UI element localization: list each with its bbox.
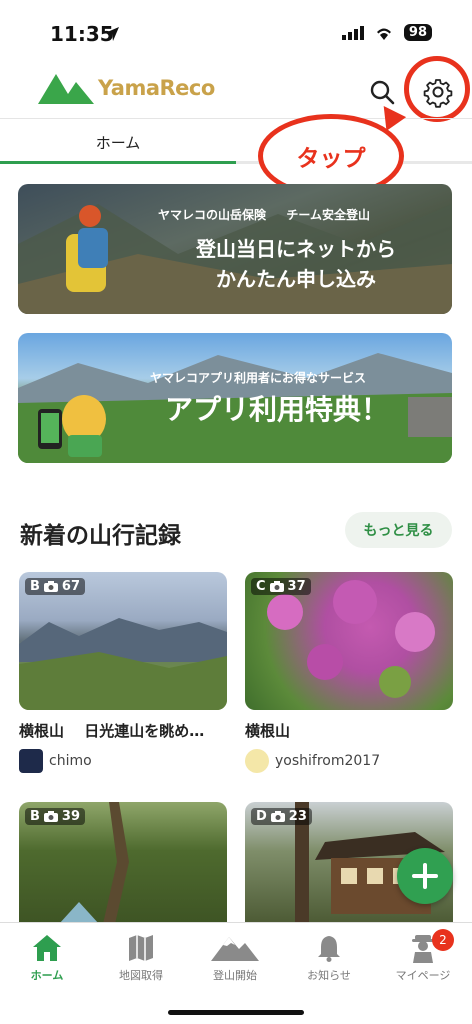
- mountain-icon: [211, 937, 259, 961]
- tab-home[interactable]: ホーム: [0, 119, 236, 165]
- mountain-logo-icon: [38, 74, 94, 104]
- grade-letter: B: [30, 579, 40, 594]
- record-user: yoshifrom2017: [245, 749, 453, 773]
- gear-icon[interactable]: [422, 76, 454, 108]
- insurance-line-1: 登山当日にネットから: [196, 237, 396, 261]
- camera-icon: [43, 811, 58, 822]
- nav-map-label: 地図取得: [119, 969, 163, 982]
- grade-letter: B: [30, 809, 40, 824]
- grade-badge: D 23: [251, 808, 312, 825]
- home-icon: [33, 935, 61, 961]
- nav-start-climb-label: 登山開始: [213, 969, 257, 982]
- signal-icon: [341, 25, 364, 40]
- grade-letter: D: [256, 809, 267, 824]
- camera-icon: [270, 811, 285, 822]
- photo-count: 23: [288, 809, 307, 824]
- record-title: 横根山 日光連山を眺め…: [19, 722, 205, 740]
- tap-callout-text: タップ: [296, 146, 366, 172]
- benefit-banner-main: アプリ利用特典！: [164, 393, 389, 426]
- status-bar: 11:35 98: [0, 0, 472, 64]
- record-photo: C 37: [245, 572, 453, 710]
- bottom-navigation: ホーム 地図取得 登山開始 お知らせ マイページ 2: [0, 922, 472, 1024]
- insurance-banner-sub: ヤマレコの山岳保険 チーム安全登山: [158, 208, 370, 222]
- record-photo: B 67: [19, 572, 227, 710]
- user-name: chimo: [49, 753, 92, 769]
- notification-badge: 2: [432, 929, 454, 951]
- photo-count: 67: [61, 579, 81, 594]
- record-title: 横根山: [245, 722, 291, 740]
- nav-home-label: ホーム: [30, 969, 64, 982]
- record-user: chimo: [19, 749, 227, 773]
- nav-mypage-label: マイページ: [395, 969, 451, 982]
- insurance-banner-main: 登山当日にネットから かんたん申し込み: [168, 234, 424, 294]
- grade-badge: B 39: [25, 808, 86, 825]
- nav-start-climb[interactable]: 登山開始: [188, 933, 282, 987]
- bell-icon: [318, 936, 340, 962]
- record-photo: B 39: [19, 802, 227, 924]
- record-card[interactable]: C 37 横根山 yoshifrom2017: [245, 572, 453, 773]
- grade-badge: B 67: [25, 578, 86, 595]
- insurance-line-2: かんたん申し込み: [216, 267, 376, 291]
- camera-icon: [43, 581, 58, 592]
- app-benefit-banner[interactable]: ヤマレコアプリ利用者にお得なサービス アプリ利用特典！: [18, 333, 452, 463]
- nav-notifications-label: お知らせ: [307, 969, 351, 982]
- add-record-button[interactable]: [397, 848, 453, 904]
- logo-text: YamaReco: [98, 76, 215, 100]
- record-card[interactable]: B 67 横根山 日光連山を眺め… chimo: [19, 572, 227, 773]
- user-name: yoshifrom2017: [275, 753, 381, 769]
- benefit-banner-sub: ヤマレコアプリ利用者にお得なサービス: [150, 371, 367, 385]
- avatar: [245, 749, 269, 773]
- status-indicators: 98: [341, 24, 432, 41]
- photo-count: 37: [287, 579, 306, 594]
- location-arrow-icon: [105, 27, 119, 41]
- yamareco-logo: YamaReco: [38, 72, 215, 104]
- plus-icon: [412, 863, 438, 889]
- nav-map[interactable]: 地図取得: [94, 933, 188, 987]
- grade-badge: C 37: [251, 578, 311, 595]
- avatar: [19, 749, 43, 773]
- camera-icon: [269, 581, 284, 592]
- tab-active-indicator: [0, 161, 236, 164]
- battery-indicator: 98: [403, 24, 432, 41]
- map-icon: [129, 935, 153, 961]
- photo-count: 39: [61, 809, 81, 824]
- grade-letter: C: [256, 579, 266, 594]
- records-section-title: 新着の山行記録: [20, 523, 181, 549]
- nav-mypage[interactable]: マイページ 2: [376, 929, 470, 987]
- home-indicator: [168, 1010, 304, 1015]
- nav-home[interactable]: ホーム: [0, 933, 94, 987]
- see-more-button[interactable]: もっと見る: [345, 512, 452, 548]
- wifi-icon: [376, 28, 391, 40]
- insurance-banner[interactable]: ヤマレコの山岳保険 チーム安全登山 登山当日にネットから かんたん申し込み: [18, 184, 452, 314]
- nav-notifications[interactable]: お知らせ: [282, 933, 376, 987]
- record-card[interactable]: B 39: [19, 802, 227, 924]
